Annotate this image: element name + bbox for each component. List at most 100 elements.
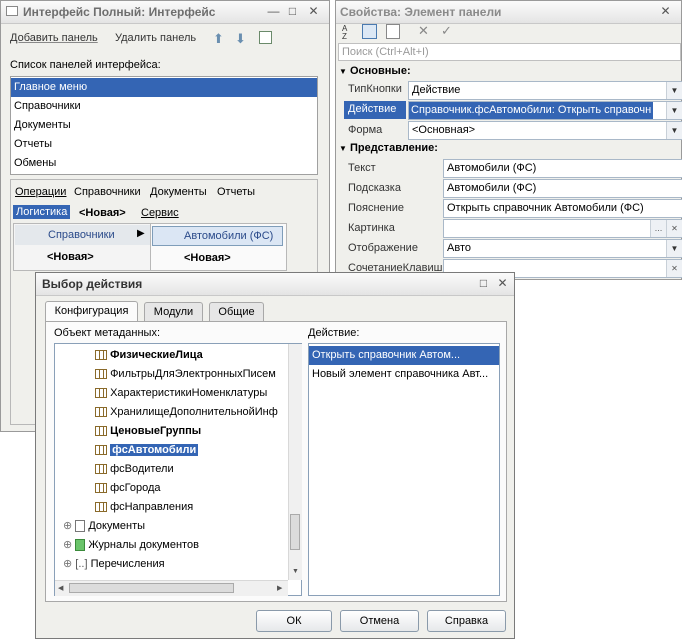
chevron-down-icon[interactable]: ▼: [666, 240, 682, 257]
menu-item-reports[interactable]: Отчеты: [217, 186, 255, 198]
action-list-item[interactable]: Открыть справочник Автом...: [309, 346, 499, 365]
scrollbar-thumb[interactable]: [290, 514, 300, 550]
submenu-item-catalogs[interactable]: Справочники ▶: [15, 225, 150, 245]
menu-item-catalogs[interactable]: Справочники: [74, 186, 141, 198]
chevron-down-icon[interactable]: ▼: [666, 82, 682, 99]
list-item[interactable]: Документы: [11, 116, 317, 135]
properties-toolbar: AZ ✕ ✓: [338, 23, 678, 43]
form-select[interactable]: <Основная> ▼: [408, 121, 682, 140]
tab-modules[interactable]: Модули: [144, 302, 203, 322]
documents-icon: [75, 520, 86, 533]
properties-window-titlebar[interactable]: Свойства: Элемент панели ✕: [336, 1, 681, 24]
submenu2-item-new[interactable]: <Новая>: [184, 252, 231, 264]
properties-search-input[interactable]: Поиск (Ctrl+Alt+I): [338, 43, 681, 61]
menu-item-new[interactable]: <Новая>: [79, 207, 126, 219]
maximize-icon[interactable]: □: [285, 4, 300, 18]
close-icon[interactable]: ✕: [306, 4, 321, 18]
menu-item-service[interactable]: Сервис: [141, 207, 179, 219]
panels-list[interactable]: Главное меню Справочники Документы Отчет…: [10, 76, 318, 175]
table-icon: [95, 350, 107, 361]
tree-group-enums[interactable]: ⊕ [..] Перечисления: [55, 555, 288, 574]
table-icon: [95, 464, 107, 475]
display-select[interactable]: Авто ▼: [443, 239, 682, 258]
delete-icon[interactable]: ✕: [418, 23, 429, 39]
scrollbar-thumb[interactable]: [69, 583, 234, 593]
close-icon[interactable]: ✕: [495, 276, 510, 290]
tooltip-label: Подсказка: [348, 182, 401, 194]
check-icon[interactable]: ✓: [441, 23, 452, 39]
list-item[interactable]: Справочники: [11, 97, 317, 116]
add-item-icon[interactable]: [259, 31, 272, 44]
tree-item-selected[interactable]: фсАвтомобили: [55, 441, 288, 460]
tree-item[interactable]: фсВодители: [55, 460, 288, 479]
explanation-field[interactable]: Открыть справочник Автомобили (ФС): [443, 199, 682, 218]
ok-button[interactable]: ОК: [256, 610, 332, 632]
text-field[interactable]: Автомобили (ФС): [443, 159, 682, 178]
expand-icon[interactable]: ⊕: [63, 520, 72, 532]
metadata-tree[interactable]: ФизическиеЛица ФильтрыДляЭлектронныхПисе…: [54, 343, 302, 596]
arrow-down-icon[interactable]: ⬇: [235, 31, 246, 47]
tree-rows: ФизическиеЛица ФильтрыДляЭлектронныхПисе…: [55, 344, 288, 580]
submenu-item-new[interactable]: <Новая>: [47, 251, 94, 263]
tree-item[interactable]: ЦеновыеГруппы: [55, 422, 288, 441]
clear-icon[interactable]: ✕: [666, 260, 682, 277]
tab-configuration[interactable]: Конфигурация: [45, 301, 138, 322]
sort-az-icon[interactable]: AZ: [342, 25, 347, 41]
tree-group-journals[interactable]: ⊕ Журналы документов: [55, 536, 288, 555]
tree-item[interactable]: ФизическиеЛица: [55, 346, 288, 365]
button-type-select[interactable]: Действие ▼: [408, 81, 682, 100]
menu-item-logistics[interactable]: Логистика: [13, 205, 71, 219]
collapse-icon: ▼: [339, 67, 347, 76]
action-list-item[interactable]: Новый элемент справочника Авт...: [309, 365, 499, 384]
list-item[interactable]: Отчеты: [11, 135, 317, 154]
scroll-right-icon[interactable]: ▶: [277, 584, 282, 592]
section-main-header[interactable]: ▼ Основные:: [339, 65, 411, 77]
tree-group-documents[interactable]: ⊕ Документы: [55, 517, 288, 536]
tab-common[interactable]: Общие: [209, 302, 264, 322]
properties-window: Свойства: Элемент панели ✕ AZ ✕ ✓ Поиск …: [335, 0, 682, 280]
ellipsis-icon[interactable]: …: [650, 220, 666, 237]
action-dialog-titlebar[interactable]: Выбор действия □ ✕: [36, 273, 514, 296]
tree-item[interactable]: ФильтрыДляЭлектронныхПисем: [55, 365, 288, 384]
text-label: Текст: [348, 162, 376, 174]
action-list[interactable]: Открыть справочник Автом... Новый элемен…: [308, 343, 500, 596]
add-panel-button[interactable]: Добавить панель: [10, 32, 98, 44]
clear-icon[interactable]: ✕: [666, 220, 682, 237]
tree-item[interactable]: ХарактеристикиНоменклатуры: [55, 384, 288, 403]
expand-icon[interactable]: ⊕: [63, 539, 72, 551]
scroll-left-icon[interactable]: ◀: [58, 584, 63, 592]
scroll-down-icon[interactable]: ▼: [292, 568, 299, 575]
chevron-down-icon[interactable]: ▼: [666, 122, 682, 139]
cancel-button[interactable]: Отмена: [340, 610, 419, 632]
submenu2-item-cars[interactable]: Автомобили (ФС): [152, 226, 283, 246]
filter-icon[interactable]: [386, 24, 400, 39]
journal-icon: [75, 539, 86, 552]
tree-horizontal-scrollbar[interactable]: ◀ ▶: [55, 580, 288, 596]
remove-panel-button[interactable]: Удалить панель: [115, 32, 196, 44]
submenu-2: Автомобили (ФС) <Новая>: [150, 223, 287, 271]
list-item[interactable]: Главное меню: [11, 78, 317, 97]
minimize-icon[interactable]: —: [266, 4, 281, 18]
menu-item-documents[interactable]: Документы: [150, 186, 207, 198]
categorized-icon[interactable]: [362, 24, 377, 39]
tree-item[interactable]: фсНаправления: [55, 498, 288, 517]
action-list-label: Действие:: [308, 327, 360, 339]
arrow-up-icon[interactable]: ⬆: [213, 31, 224, 47]
picture-field[interactable]: … ✕: [443, 219, 682, 238]
action-select[interactable]: Справочник.фсАвтомобили: Открыть справоч…: [408, 101, 682, 120]
interface-window-titlebar[interactable]: Интерфейс Полный: Интерфейс — □ ✕: [1, 1, 329, 24]
tree-item[interactable]: фсГорода: [55, 479, 288, 498]
tooltip-field[interactable]: Автомобили (ФС): [443, 179, 682, 198]
chevron-down-icon[interactable]: ▼: [666, 102, 682, 119]
close-icon[interactable]: ✕: [658, 4, 673, 18]
metadata-label: Объект метаданных:: [54, 327, 161, 339]
expand-icon[interactable]: ⊕: [63, 558, 72, 570]
tree-item[interactable]: ХранилищеДополнительнойИнф: [55, 403, 288, 422]
help-button[interactable]: Справка: [427, 610, 506, 632]
maximize-icon[interactable]: □: [476, 276, 491, 290]
menu-item-operations[interactable]: Операции: [15, 186, 66, 198]
panels-list-label: Список панелей интерфейса:: [10, 59, 161, 71]
tree-vertical-scrollbar[interactable]: ▼: [288, 344, 302, 580]
section-view-header[interactable]: ▼ Представление:: [339, 142, 438, 154]
list-item[interactable]: Обмены: [11, 154, 317, 173]
